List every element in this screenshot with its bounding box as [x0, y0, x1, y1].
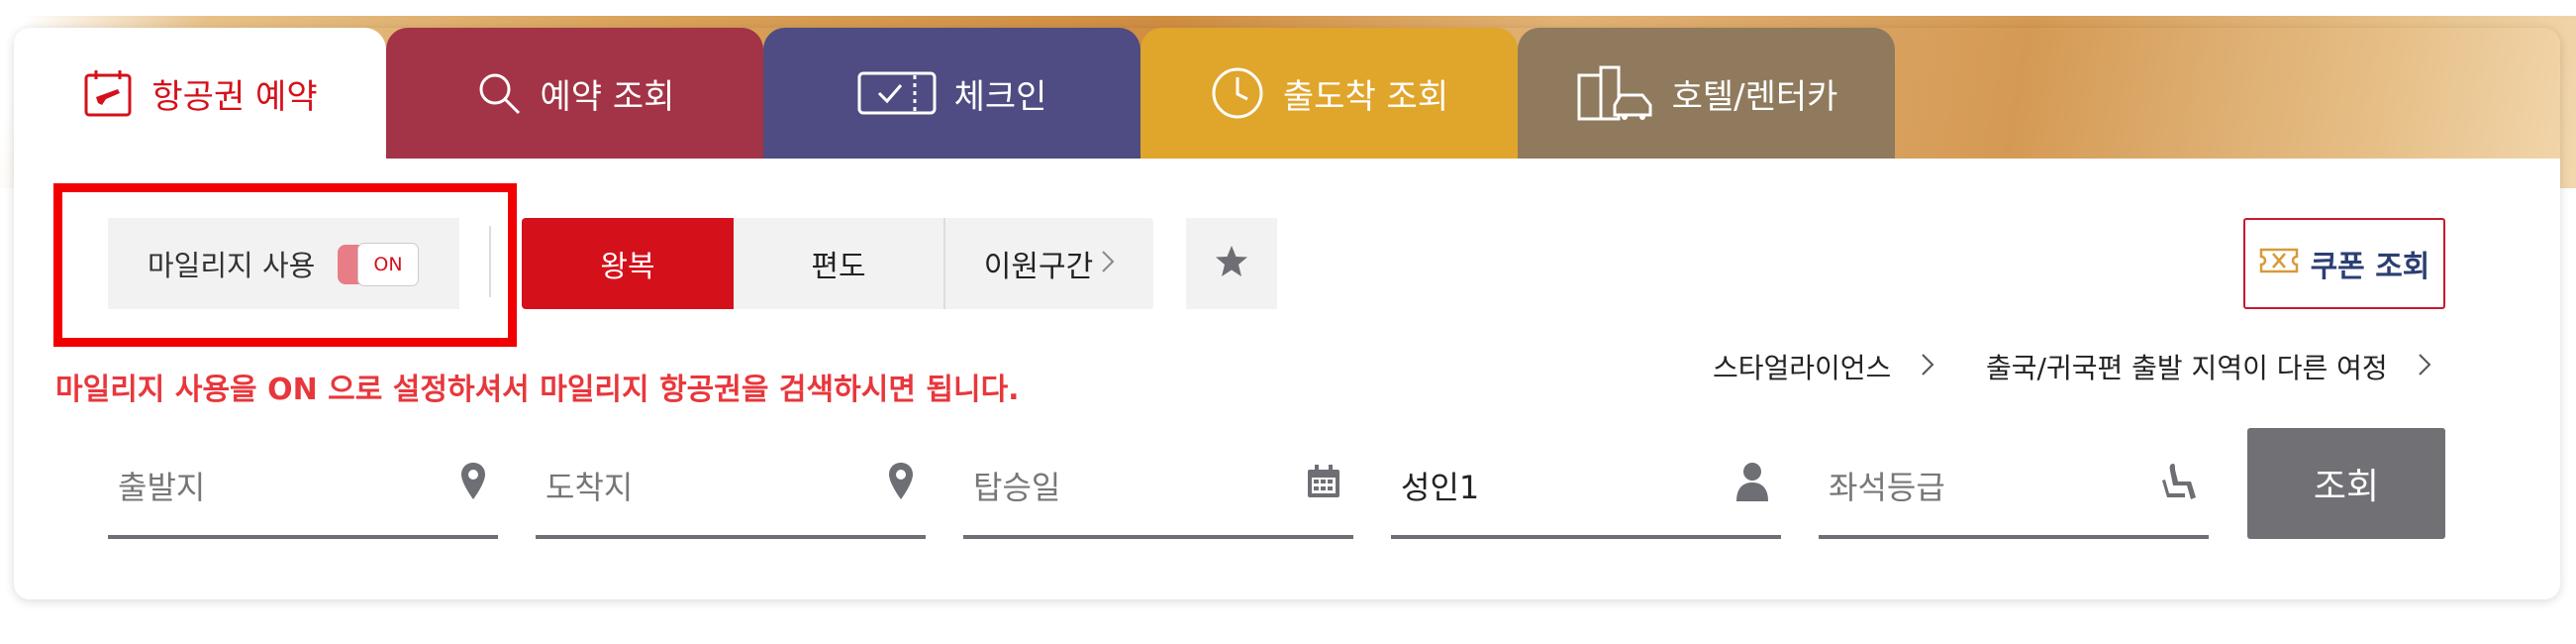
origin-field[interactable]: 출발지 — [108, 436, 498, 539]
destination-field[interactable]: 도착지 — [536, 436, 926, 539]
star-alliance-link[interactable]: 스타얼라이언스 — [1713, 347, 1934, 386]
location-pin-icon — [460, 462, 486, 509]
banner-top-strip — [0, 0, 2576, 16]
seat-icon — [2161, 462, 2197, 509]
calendar-icon — [1306, 464, 1341, 507]
star-alliance-label: 스타얼라이언스 — [1713, 352, 1892, 384]
search-icon — [475, 69, 523, 117]
destination-placeholder: 도착지 — [545, 469, 634, 506]
flight-ticket-icon — [82, 67, 134, 119]
star-icon — [1214, 244, 1249, 283]
tab-flight-status[interactable]: 출도착 조회 — [1140, 28, 1518, 159]
tab-label: 항공권 예약 — [151, 76, 318, 117]
chevron-right-icon — [2418, 351, 2431, 383]
coupon-label: 쿠폰 조회 — [2310, 250, 2430, 284]
tab-checkin[interactable]: 체크인 — [763, 28, 1140, 159]
search-button[interactable]: 조회 — [2247, 428, 2445, 539]
person-icon — [1735, 462, 1769, 509]
open-jaw-label: 출국/귀국편 출발 지역이 다른 여정 — [1986, 352, 2388, 384]
origin-placeholder: 출발지 — [118, 469, 206, 506]
seat-class-field[interactable]: 좌석등급 — [1819, 436, 2209, 539]
date-placeholder: 탑승일 — [973, 469, 1061, 506]
boarding-pass-icon — [857, 71, 937, 115]
trip-round-button[interactable]: 왕복 — [522, 218, 734, 309]
coupon-icon — [2259, 247, 2299, 281]
divider — [489, 226, 491, 297]
location-pin-icon — [888, 462, 914, 509]
favorite-button[interactable] — [1186, 218, 1277, 309]
booking-tabs: 항공권 예약 예약 조회 체크인 출도착 조회 호텔/렌터카 — [14, 28, 1895, 159]
clock-icon — [1210, 65, 1265, 121]
coupon-button[interactable]: 쿠폰 조회 — [2243, 218, 2445, 309]
trip-multicity-label: 이원구간 — [983, 250, 1094, 284]
passenger-field[interactable]: 성인1 — [1391, 436, 1781, 539]
mileage-notice: 마일리지 사용을 ON 으로 설정하셔서 마일리지 항공권을 검색하시면 됩니다… — [55, 373, 1020, 407]
date-field[interactable]: 탑승일 — [963, 436, 1353, 539]
tab-label: 호텔/렌터카 — [1671, 76, 1838, 117]
open-jaw-link[interactable]: 출국/귀국편 출발 지역이 다른 여정 — [1986, 347, 2431, 386]
highlight-box — [53, 183, 517, 347]
trip-type-selector: 왕복 편도 이원구간 — [522, 218, 1153, 309]
tab-hotel-rentcar[interactable]: 호텔/렌터카 — [1518, 28, 1895, 159]
tab-flight-booking[interactable]: 항공권 예약 — [14, 28, 386, 159]
trip-multicity-button[interactable]: 이원구간 — [945, 218, 1153, 309]
seat-class-placeholder: 좌석등급 — [1829, 469, 1945, 506]
tab-label: 체크인 — [953, 76, 1047, 117]
chevron-right-icon — [1101, 247, 1115, 281]
hotel-car-icon — [1575, 65, 1654, 121]
chevron-right-icon — [1921, 351, 1934, 383]
passenger-value: 성인1 — [1401, 469, 1480, 506]
tab-label: 예약 조회 — [540, 76, 675, 117]
tab-reservation-lookup[interactable]: 예약 조회 — [386, 28, 763, 159]
tab-label: 출도착 조회 — [1282, 76, 1449, 117]
trip-oneway-button[interactable]: 편도 — [734, 218, 945, 309]
